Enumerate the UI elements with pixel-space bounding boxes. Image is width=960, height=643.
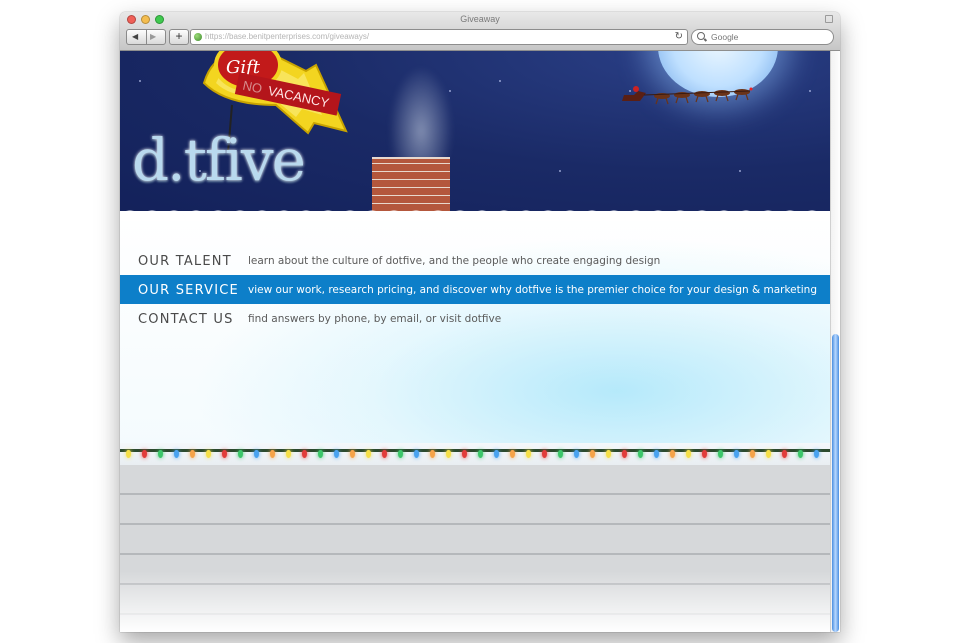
reload-icon[interactable]: ↻ xyxy=(675,30,683,43)
light-bulb xyxy=(174,450,179,458)
light-bulb xyxy=(318,450,323,458)
search-input[interactable]: Google xyxy=(691,29,834,45)
light-bulb xyxy=(574,450,579,458)
menu-label[interactable]: OUR TALENT xyxy=(138,254,232,269)
menu-description: find answers by phone, by email, or visi… xyxy=(248,313,502,325)
light-bulb xyxy=(270,450,275,458)
page-content: Gift NO VACANCY d.tfive OUR TALENT learn… xyxy=(120,51,830,632)
back-icon[interactable]: ◀ xyxy=(132,31,138,43)
menu-item-our-talent[interactable]: OUR TALENT learn about the culture of do… xyxy=(120,246,830,275)
light-bulb xyxy=(766,450,771,458)
light-bulb xyxy=(302,450,307,458)
light-bulb xyxy=(638,450,643,458)
light-bulb xyxy=(814,450,819,458)
light-bulb xyxy=(622,450,627,458)
snow-ridge xyxy=(120,203,830,221)
light-bulb xyxy=(750,450,755,458)
light-bulb xyxy=(526,450,531,458)
light-bulb xyxy=(590,450,595,458)
light-bulb xyxy=(782,450,787,458)
light-bulb xyxy=(430,450,435,458)
light-bulb xyxy=(414,450,419,458)
nav-divider xyxy=(146,30,147,44)
title-bar: Giveaway ◀ ▶ + https://base.benitpenterp… xyxy=(120,12,840,51)
light-bulb xyxy=(350,450,355,458)
window-title: Giveaway xyxy=(460,14,500,24)
search-placeholder: Google xyxy=(711,32,739,42)
light-bulb xyxy=(126,450,131,458)
light-bulb xyxy=(206,450,211,458)
lock-icon xyxy=(825,15,833,23)
light-bulb xyxy=(606,450,611,458)
scrollbar[interactable] xyxy=(830,51,840,632)
light-bulb xyxy=(334,450,339,458)
light-bulb xyxy=(734,450,739,458)
light-bulb xyxy=(254,450,259,458)
menu-label[interactable]: OUR SERVICE xyxy=(138,283,239,298)
menu-item-our-service[interactable]: OUR SERVICE view our work, research pric… xyxy=(120,275,830,304)
light-bulb xyxy=(158,450,163,458)
light-bulb xyxy=(462,450,467,458)
light-bulb xyxy=(542,450,547,458)
light-bulb xyxy=(478,450,483,458)
main-menu: OUR TALENT learn about the culture of do… xyxy=(120,246,830,333)
menu-label[interactable]: CONTACT US xyxy=(138,312,234,327)
light-bulb xyxy=(798,450,803,458)
url-text[interactable]: https://base.benitpenterprises.com/givea… xyxy=(205,31,369,43)
light-bulb xyxy=(494,450,499,458)
light-bulb xyxy=(654,450,659,458)
bottom-fade xyxy=(120,571,830,632)
light-bulb xyxy=(382,450,387,458)
add-icon[interactable]: + xyxy=(169,29,189,45)
santa-sleigh-image xyxy=(622,86,753,105)
night-sky-banner: Gift NO VACANCY d.tfive xyxy=(120,51,830,221)
chimney-smoke xyxy=(386,61,456,161)
light-bulb xyxy=(142,450,147,458)
light-bulb xyxy=(670,450,675,458)
browser-window: Giveaway ◀ ▶ + https://base.benitpenterp… xyxy=(120,12,840,632)
light-bulb xyxy=(446,450,451,458)
globe-icon xyxy=(194,33,202,41)
address-bar[interactable]: https://base.benitpenterprises.com/givea… xyxy=(190,29,688,45)
nav-buttons: ◀ ▶ xyxy=(126,29,166,45)
light-bulb xyxy=(686,450,691,458)
christmas-lights xyxy=(120,443,830,465)
dotfive-logo[interactable]: d.tfive xyxy=(132,131,306,189)
light-bulb xyxy=(366,450,371,458)
menu-description: view our work, research pricing, and dis… xyxy=(248,284,817,296)
light-bulb xyxy=(286,450,291,458)
menu-description: learn about the culture of dotfive, and … xyxy=(248,255,661,267)
magnifier-icon xyxy=(697,32,705,40)
scroll-thumb[interactable] xyxy=(832,334,839,632)
light-bulb xyxy=(718,450,723,458)
forward-icon[interactable]: ▶ xyxy=(150,31,156,43)
light-bulb xyxy=(398,450,403,458)
light-bulb xyxy=(702,450,707,458)
light-bulb xyxy=(510,450,515,458)
light-bulb xyxy=(558,450,563,458)
menu-item-contact-us[interactable]: CONTACT US find answers by phone, by ema… xyxy=(120,304,830,333)
light-bulb xyxy=(190,450,195,458)
light-bulb xyxy=(222,450,227,458)
light-bulb xyxy=(238,450,243,458)
